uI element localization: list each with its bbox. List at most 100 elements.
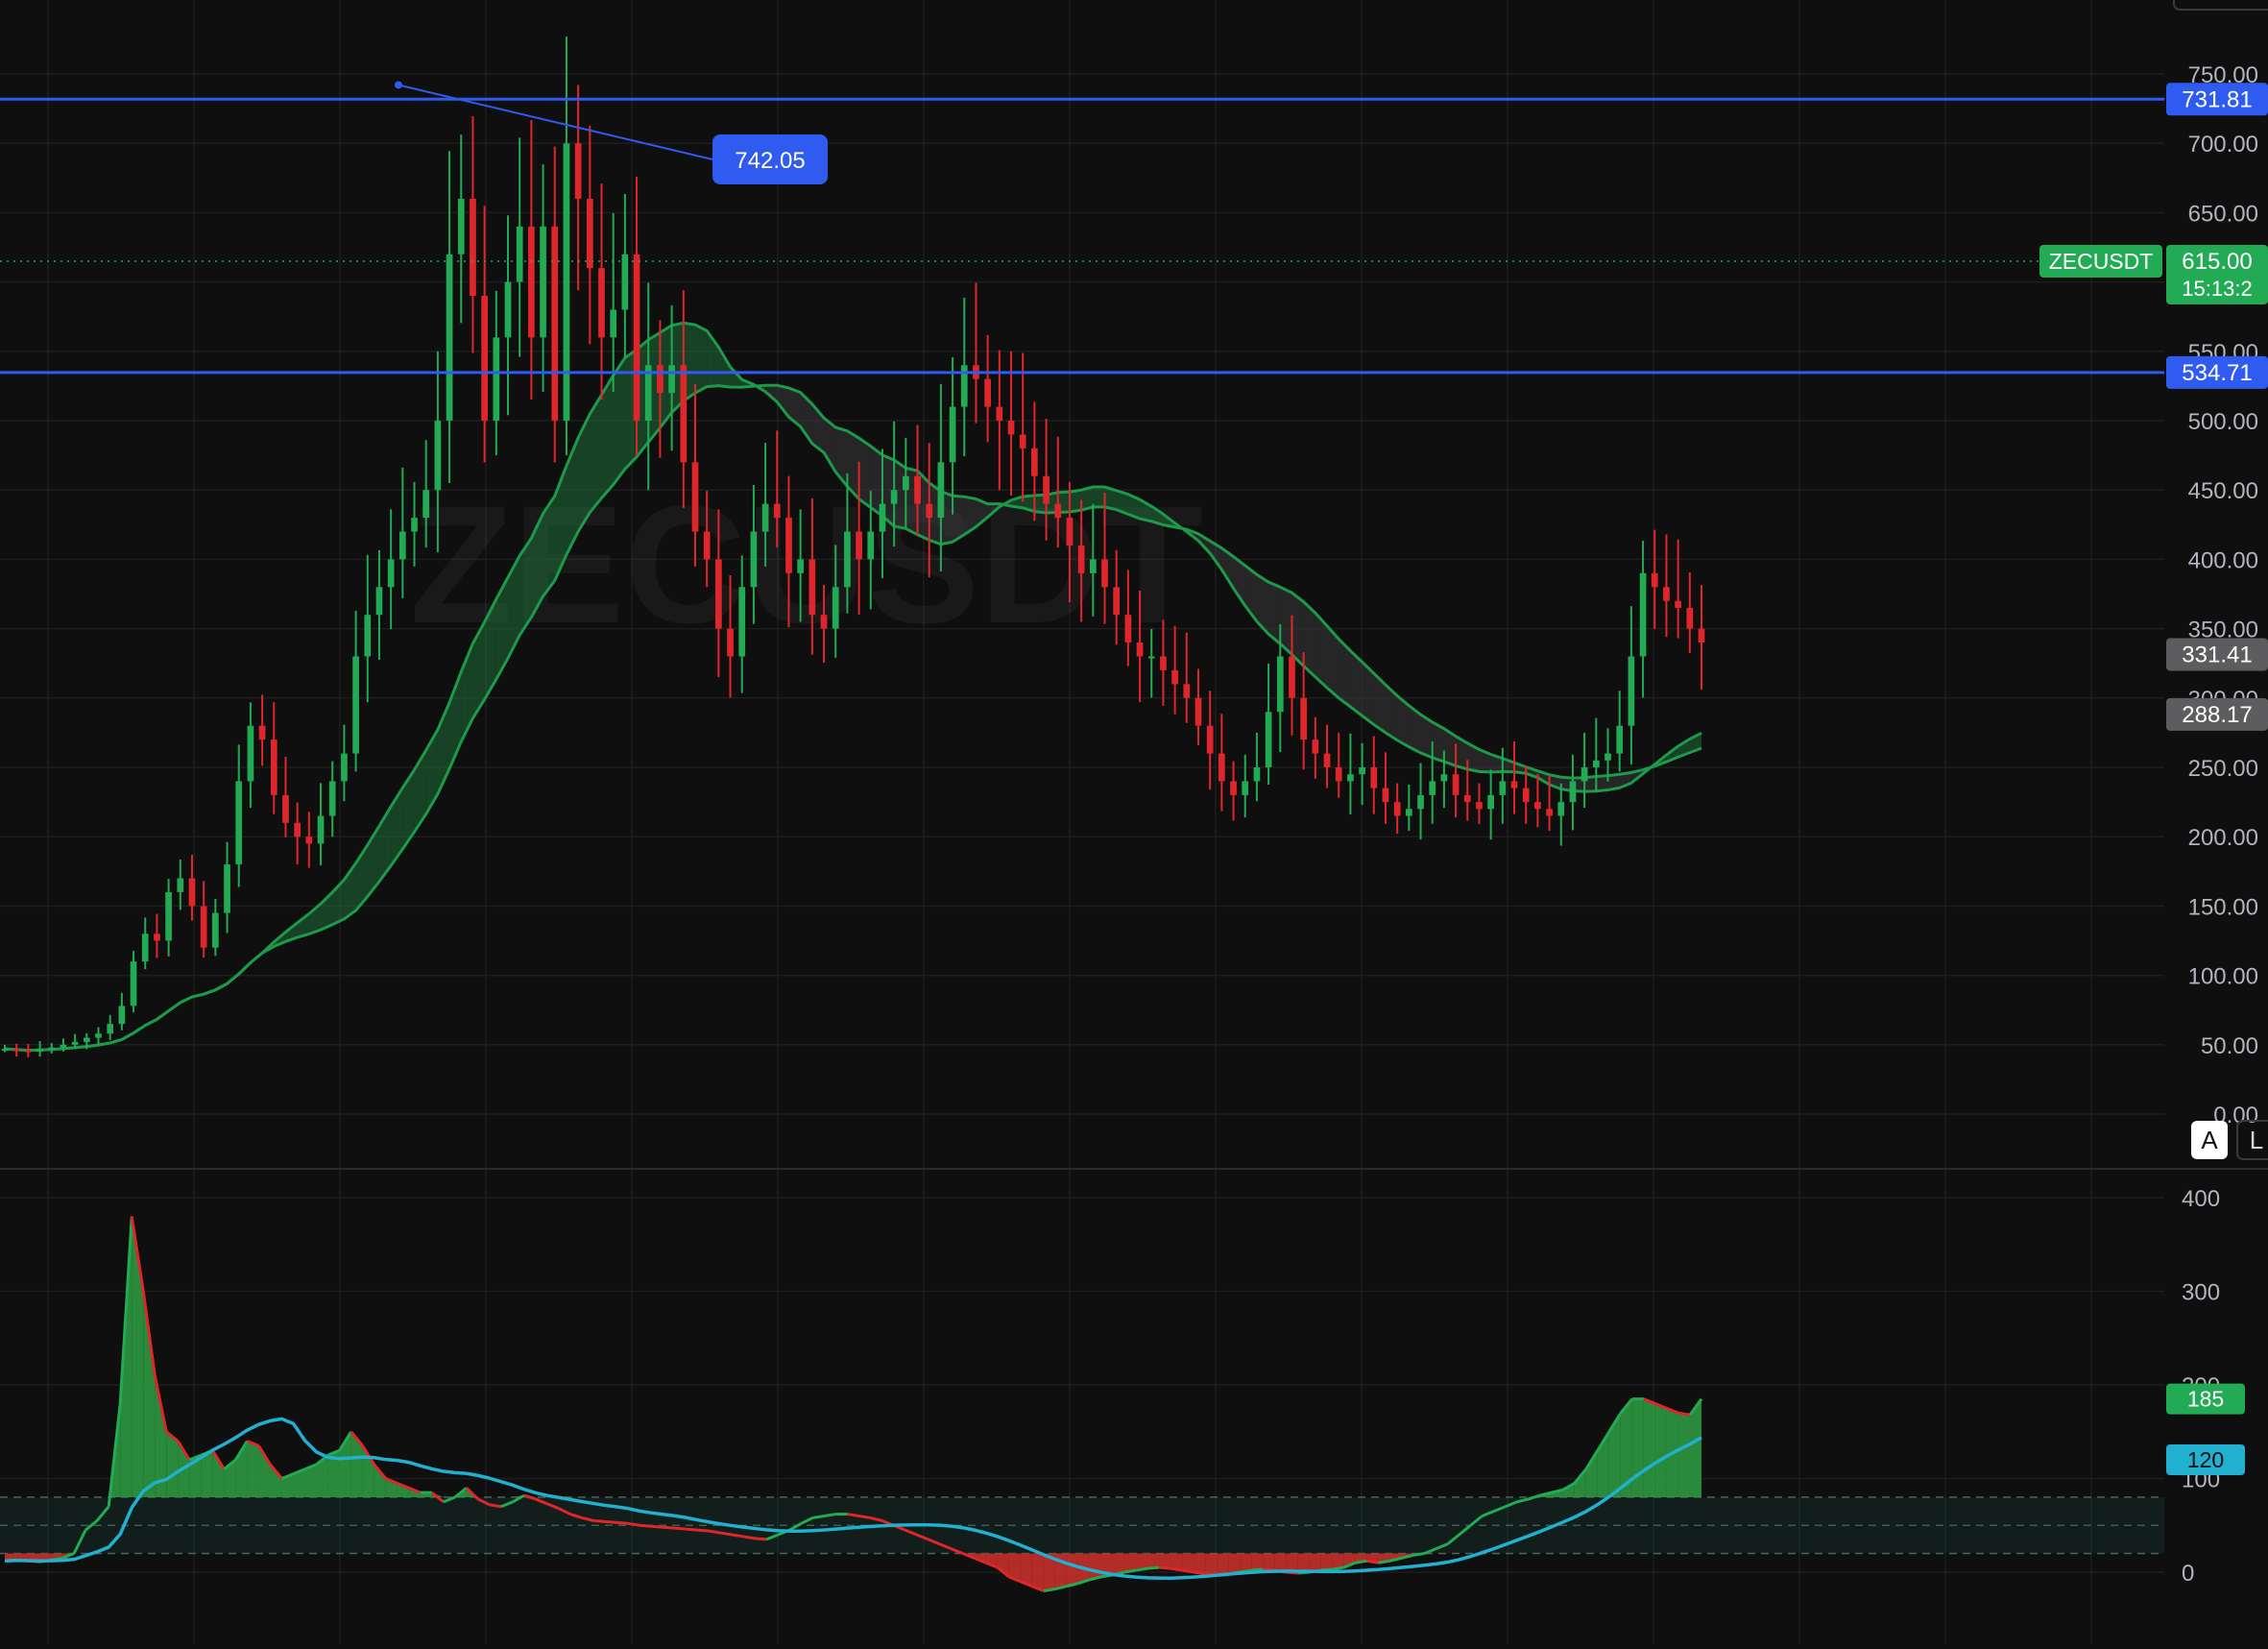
indicator-area-down [1147, 1554, 1159, 1569]
price-tick-label: 700.00 [2188, 132, 2258, 158]
indicator-line-segment [628, 1523, 639, 1525]
candle-body [891, 490, 898, 503]
candle-body [1313, 740, 1319, 753]
chart-canvas[interactable]: ZECUSDT 742.05 750.00700.00650.00600.005… [0, 0, 2268, 1644]
trading-chart[interactable]: ZECUSDT 742.05 750.00700.00650.00600.005… [0, 0, 2268, 1644]
candle-body [1441, 774, 1448, 781]
auto-scale-button[interactable]: A [2191, 1121, 2228, 1159]
level-low-badge[interactable]: 534.71 [2166, 356, 2268, 389]
band-upper-badge: 331.41 [2166, 638, 2268, 670]
candle-body [84, 1038, 90, 1042]
indicator-line-segment [1378, 1561, 1389, 1563]
candle-body [435, 421, 442, 490]
annotation-anchor[interactable] [395, 81, 402, 88]
candle-body [1557, 802, 1564, 815]
candle-body [738, 587, 745, 656]
ma-band-segment [695, 325, 707, 393]
candle-body [1699, 629, 1705, 643]
candle-body [540, 227, 546, 338]
candle-body [1054, 504, 1061, 518]
indicator-area-down [1217, 1554, 1228, 1575]
indicator-area-down [1205, 1554, 1217, 1575]
candle-body [575, 143, 582, 199]
indicator-line-segment [812, 1516, 824, 1518]
candle-body [1067, 518, 1074, 546]
indicator-area-down [1228, 1554, 1240, 1574]
band-upper-value: 331.41 [2182, 642, 2252, 667]
indicator-tick-label: 400 [2182, 1186, 2220, 1212]
candle-body [212, 913, 219, 948]
candle-body [1125, 615, 1132, 643]
candle-body [1230, 781, 1237, 794]
last-price-badge[interactable]: 615.00 15:13:2 [2166, 245, 2268, 304]
candle-body [1383, 788, 1389, 802]
candle-body [1218, 754, 1225, 782]
candle-body [1499, 781, 1506, 794]
candle-body [25, 1051, 32, 1053]
indicator-line-segment [824, 1515, 835, 1516]
indicator-line-segment [859, 1516, 871, 1518]
candle-body [1171, 670, 1178, 684]
indicator-line-segment [1194, 1572, 1205, 1574]
candle-body [762, 504, 769, 532]
candle-body [564, 143, 570, 421]
indicator-area-down [1263, 1554, 1274, 1571]
candle-body [235, 781, 242, 864]
candle-body [458, 199, 465, 255]
candle-body [774, 504, 781, 518]
indicator-line-segment [1355, 1561, 1366, 1563]
candle-body [832, 587, 839, 628]
candle-body [131, 961, 137, 1006]
candle-body [1148, 656, 1155, 658]
indicator-line-segment [1044, 1589, 1055, 1591]
candle-body [996, 407, 1002, 421]
candle-body [1394, 802, 1401, 815]
candle-body [119, 1006, 126, 1024]
candle-body [1195, 698, 1202, 726]
indicator-area-down [1067, 1554, 1078, 1587]
price-tick-label: 200.00 [2188, 825, 2258, 851]
candle-body [224, 864, 230, 913]
candle-body [1324, 754, 1331, 767]
candle-body [1090, 559, 1097, 572]
candle-body [610, 309, 616, 337]
symbol-badge[interactable]: ZECUSDT [2039, 245, 2162, 278]
candle-body [1300, 698, 1307, 740]
candle-body [1370, 767, 1377, 788]
candle-body [751, 532, 758, 588]
indicator-line-segment [593, 1520, 605, 1521]
indicator-line-segment [1332, 1567, 1343, 1569]
indicator-line-segment [490, 1505, 501, 1507]
candle-body [926, 504, 932, 518]
candle-body [60, 1045, 67, 1048]
candle-body [72, 1042, 79, 1045]
candle-body [1675, 601, 1681, 608]
bar-countdown: 15:13:2 [2182, 277, 2252, 301]
candle-body [1652, 573, 1658, 587]
candle-body [1207, 726, 1214, 754]
ma-band-segment [1093, 487, 1104, 507]
candle-body [422, 490, 429, 518]
indicator-line-segment [1124, 1570, 1136, 1572]
indicator-area-down [1159, 1554, 1170, 1569]
candle-body [1523, 788, 1530, 802]
indicator-line-segment [1366, 1561, 1378, 1563]
indicator-line-segment [697, 1530, 709, 1531]
candle-body [248, 726, 254, 782]
level-high-badge[interactable]: 731.81 [2166, 83, 2268, 115]
candle-body [411, 518, 418, 531]
candle-body [48, 1048, 55, 1050]
candle-body [294, 823, 301, 837]
candle-body [13, 1049, 20, 1051]
indicator-line-segment [616, 1522, 628, 1523]
candle-body [165, 892, 172, 941]
indicator-line-segment [639, 1525, 651, 1526]
indicator-line-segment [605, 1521, 616, 1522]
indicator-line-segment [743, 1537, 755, 1539]
indicator-area-down [1032, 1554, 1044, 1591]
candle-body [1266, 712, 1272, 767]
candle-body [1534, 802, 1541, 809]
candle-body [1429, 781, 1436, 794]
ma-band-segment [614, 358, 625, 485]
candle-body [388, 559, 395, 587]
